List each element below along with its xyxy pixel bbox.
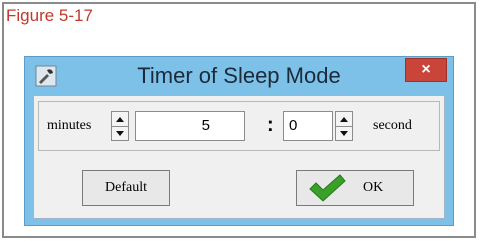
dialog-body: minutes 5 : 0 second Default OK [33,95,445,219]
timer-dialog: Timer of Sleep Mode × minutes 5 : 0 seco… [24,56,454,226]
checkmark-icon [309,174,346,202]
window-title: Timer of Sleep Mode [137,63,341,88]
minutes-spinner[interactable] [111,111,129,141]
ok-button[interactable]: OK [296,170,414,206]
time-group: minutes 5 : 0 second [38,101,440,151]
minutes-down-arrow-icon[interactable] [112,126,128,140]
time-separator: : [267,114,274,136]
figure-caption: Figure 5-17 [6,6,93,25]
seconds-spinner[interactable] [335,111,353,141]
seconds-up-arrow-icon[interactable] [336,112,352,127]
ok-button-label: OK [363,180,384,195]
close-button[interactable]: × [405,58,447,82]
default-button[interactable]: Default [82,170,170,206]
minutes-up-arrow-icon[interactable] [112,112,128,127]
seconds-label: second [373,118,412,133]
seconds-input[interactable]: 0 [283,111,333,141]
minutes-input[interactable]: 5 [135,111,245,141]
seconds-down-arrow-icon[interactable] [336,126,352,140]
minutes-label: minutes [47,118,92,133]
title-bar[interactable]: Timer of Sleep Mode × [25,57,453,95]
